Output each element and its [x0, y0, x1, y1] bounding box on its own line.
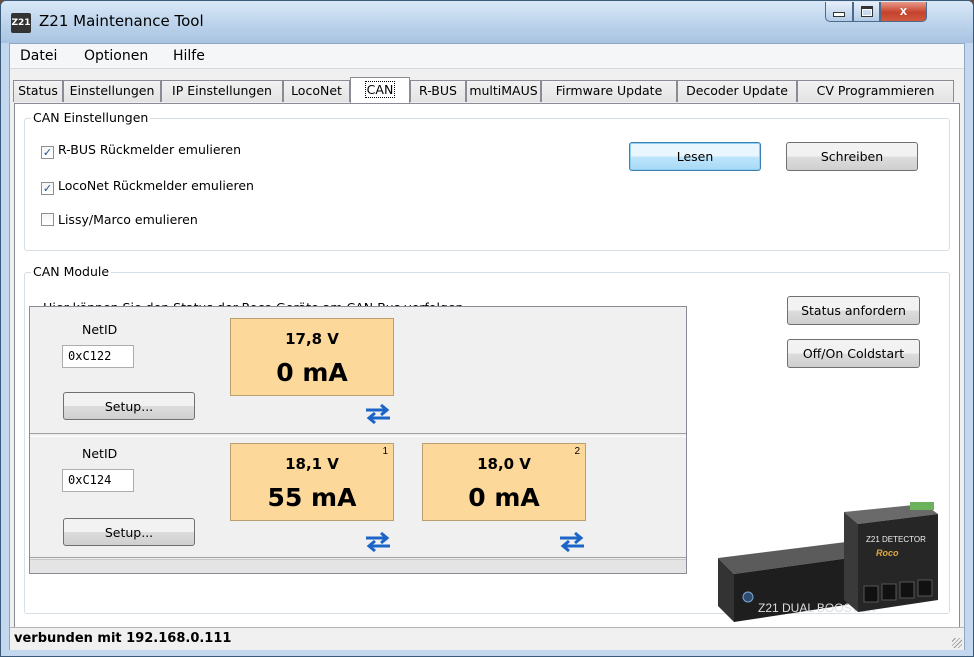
- loconet-emulate-checkbox[interactable]: ✓ LocoNet Rückmelder emulieren: [41, 178, 254, 195]
- app-icon: Z21: [11, 13, 31, 33]
- setup-button[interactable]: Setup...: [63, 392, 195, 420]
- can-settings-legend: CAN Einstellungen: [31, 110, 151, 125]
- channel-voltage: 18,1 V: [285, 455, 339, 473]
- checkbox-unchecked-icon: [41, 213, 54, 226]
- tab-cv-programmieren[interactable]: CV Programmieren: [797, 80, 954, 102]
- menu-optionen[interactable]: Optionen: [84, 48, 148, 64]
- menu-datei[interactable]: Datei: [20, 48, 57, 64]
- channel-current: 55 mA: [267, 483, 357, 512]
- channel-current: 0 mA: [468, 483, 540, 512]
- transfer-arrows-icon: [366, 531, 390, 553]
- checkbox-checked-icon: ✓: [41, 182, 54, 195]
- tab-multimaus[interactable]: multiMAUS: [466, 80, 541, 102]
- resize-grip-icon[interactable]: [952, 638, 962, 648]
- tab-decoder-update[interactable]: Decoder Update: [677, 80, 797, 102]
- tab-can[interactable]: CAN: [350, 77, 410, 103]
- title-bar[interactable]: Z21 Z21 Maintenance Tool x: [1, 1, 973, 43]
- tab-firmware-update[interactable]: Firmware Update: [541, 80, 677, 102]
- channel-tile: 17,8 V 0 mA: [230, 318, 394, 396]
- netid-field[interactable]: 0xC122: [62, 345, 134, 368]
- tab-strip: Status Einstellungen IP Einstellungen Lo…: [10, 77, 964, 104]
- channel-voltage: 18,0 V: [477, 455, 531, 473]
- maximize-button[interactable]: [853, 2, 880, 22]
- svg-text:Roco: Roco: [876, 548, 899, 558]
- tab-status[interactable]: Status: [13, 80, 63, 102]
- close-button[interactable]: x: [880, 2, 927, 22]
- tab-loconet[interactable]: LocoNet: [283, 80, 350, 102]
- status-bar: verbunden mit 192.168.0.111: [10, 627, 964, 650]
- netid-field[interactable]: 0xC124: [62, 469, 134, 492]
- connection-status: verbunden mit 192.168.0.111: [14, 631, 232, 646]
- write-button[interactable]: Schreiben: [786, 142, 918, 171]
- scroll-track[interactable]: [30, 559, 686, 573]
- tab-ip-einstellungen[interactable]: IP Einstellungen: [161, 80, 283, 102]
- svg-text:Z21 DETECTOR: Z21 DETECTOR: [866, 535, 926, 544]
- can-modules-legend: CAN Module: [31, 264, 112, 279]
- lissy-marco-emulate-checkbox[interactable]: Lissy/Marco emulieren: [41, 212, 198, 228]
- module-separator: [30, 433, 686, 437]
- transfer-arrows-icon: [560, 531, 584, 553]
- rbus-emulate-checkbox[interactable]: ✓ R-BUS Rückmelder emulieren: [41, 142, 241, 159]
- transfer-arrows-icon: [366, 403, 390, 425]
- menu-hilfe[interactable]: Hilfe: [173, 48, 205, 64]
- maximize-icon: [860, 6, 873, 17]
- channel-tile: 2 18,0 V 0 mA: [422, 443, 586, 521]
- z21-booster-detector-image: Z21 DUAL BOOSTER Z21 DETECTOR Roco: [718, 502, 938, 622]
- checkbox-checked-icon: ✓: [41, 146, 54, 159]
- read-button[interactable]: Lesen: [629, 142, 761, 171]
- close-icon: x: [899, 3, 908, 18]
- window-title: Z21 Maintenance Tool: [39, 12, 204, 30]
- app-window: Z21 Z21 Maintenance Tool x Datei Optione…: [0, 0, 974, 657]
- setup-button[interactable]: Setup...: [63, 518, 195, 546]
- netid-label: NetID: [82, 322, 118, 337]
- tab-einstellungen[interactable]: Einstellungen: [63, 80, 161, 102]
- minimize-icon: [833, 12, 845, 17]
- channel-voltage: 17,8 V: [285, 330, 339, 348]
- can-module-list[interactable]: NetID 0xC122 Setup... 17,8 V 0 mA NetID …: [29, 306, 687, 574]
- channel-current: 0 mA: [276, 358, 348, 387]
- client-area: Datei Optionen Hilfe Status Einstellunge…: [9, 43, 965, 650]
- menu-bar: Datei Optionen Hilfe: [10, 44, 964, 69]
- coldstart-button[interactable]: Off/On Coldstart: [787, 339, 920, 368]
- minimize-button[interactable]: [825, 2, 853, 22]
- request-status-button[interactable]: Status anfordern: [787, 296, 920, 325]
- netid-label: NetID: [82, 446, 118, 461]
- tab-r-bus[interactable]: R-BUS: [410, 80, 466, 102]
- channel-tile: 1 18,1 V 55 mA: [230, 443, 394, 521]
